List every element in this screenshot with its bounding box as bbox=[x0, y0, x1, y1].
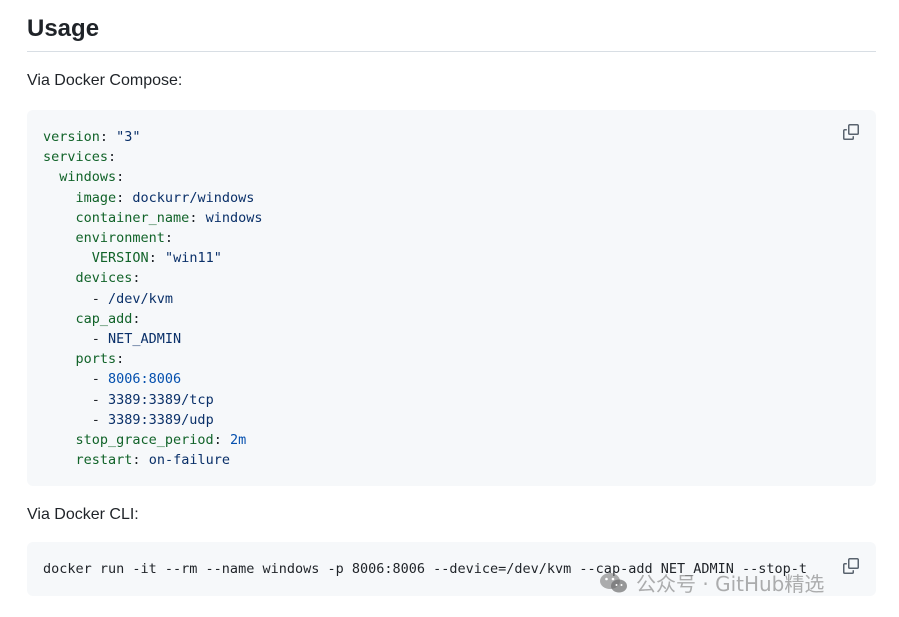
compose-intro-text: Via Docker Compose: bbox=[27, 72, 183, 89]
cli-code-block: docker run -it --rm --name windows -p 80… bbox=[27, 542, 876, 596]
cli-intro-text: Via Docker CLI: bbox=[27, 506, 139, 523]
compose-code-block: version: "3" services: windows: image: d… bbox=[27, 110, 876, 486]
copy-icon[interactable] bbox=[843, 124, 859, 140]
section-heading: Usage bbox=[27, 15, 100, 42]
cli-code: docker run -it --rm --name windows -p 80… bbox=[43, 561, 808, 577]
compose-code: version: "3" services: windows: image: d… bbox=[43, 129, 263, 469]
copy-icon[interactable] bbox=[843, 558, 859, 574]
heading-divider bbox=[27, 51, 876, 52]
